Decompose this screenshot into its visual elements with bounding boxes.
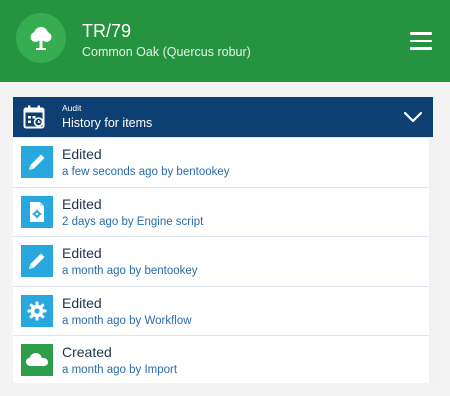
gear-icon — [21, 294, 53, 327]
record-avatar — [16, 13, 66, 63]
panel-title: History for items — [62, 116, 153, 130]
history-item[interactable]: Created a month ago by Import — [13, 335, 433, 383]
cloud-icon — [21, 344, 53, 377]
history-item[interactable]: Edited a month ago by Workflow — [13, 285, 433, 336]
audit-panel: Audit History for items Edited a few sec… — [13, 97, 433, 383]
history-meta: 2 days ago by Engine script — [62, 215, 204, 228]
record-subtitle: Common Oak (Quercus robur) — [82, 45, 251, 59]
record-id-title: TR/79 — [82, 21, 132, 41]
history-action: Edited — [62, 146, 102, 162]
history-item[interactable]: Edited 2 days ago by Engine script — [13, 186, 433, 237]
history-action: Edited — [62, 195, 102, 212]
history-action: Edited — [62, 245, 102, 262]
calendar-history-icon — [23, 105, 45, 129]
script-file-icon — [21, 195, 53, 228]
history-meta: a month ago by bentookey — [62, 265, 198, 278]
history-item[interactable]: Edited a month ago by bentookey — [13, 236, 433, 286]
history-meta: a month ago by Import — [62, 364, 178, 377]
history-item[interactable]: Edited a few seconds ago by bentookey — [13, 137, 433, 187]
chevron-down-icon[interactable] — [403, 110, 423, 124]
pencil-icon — [21, 146, 53, 178]
history-scrollbar[interactable] — [429, 137, 433, 383]
history-action: Edited — [62, 294, 102, 311]
history-action: Created — [62, 344, 112, 361]
history-meta: a few seconds ago by bentookey — [62, 166, 230, 178]
history-list: Edited a few seconds ago by bentookey Ed… — [13, 137, 433, 383]
app-header: TR/79 Common Oak (Quercus robur) — [0, 0, 450, 82]
tree-icon — [30, 27, 52, 50]
panel-kicker: Audit — [62, 103, 82, 113]
history-meta: a month ago by Workflow — [62, 314, 192, 327]
hamburger-menu-icon[interactable] — [410, 32, 432, 50]
pencil-icon — [21, 245, 53, 278]
audit-panel-header[interactable]: Audit History for items — [13, 97, 433, 137]
